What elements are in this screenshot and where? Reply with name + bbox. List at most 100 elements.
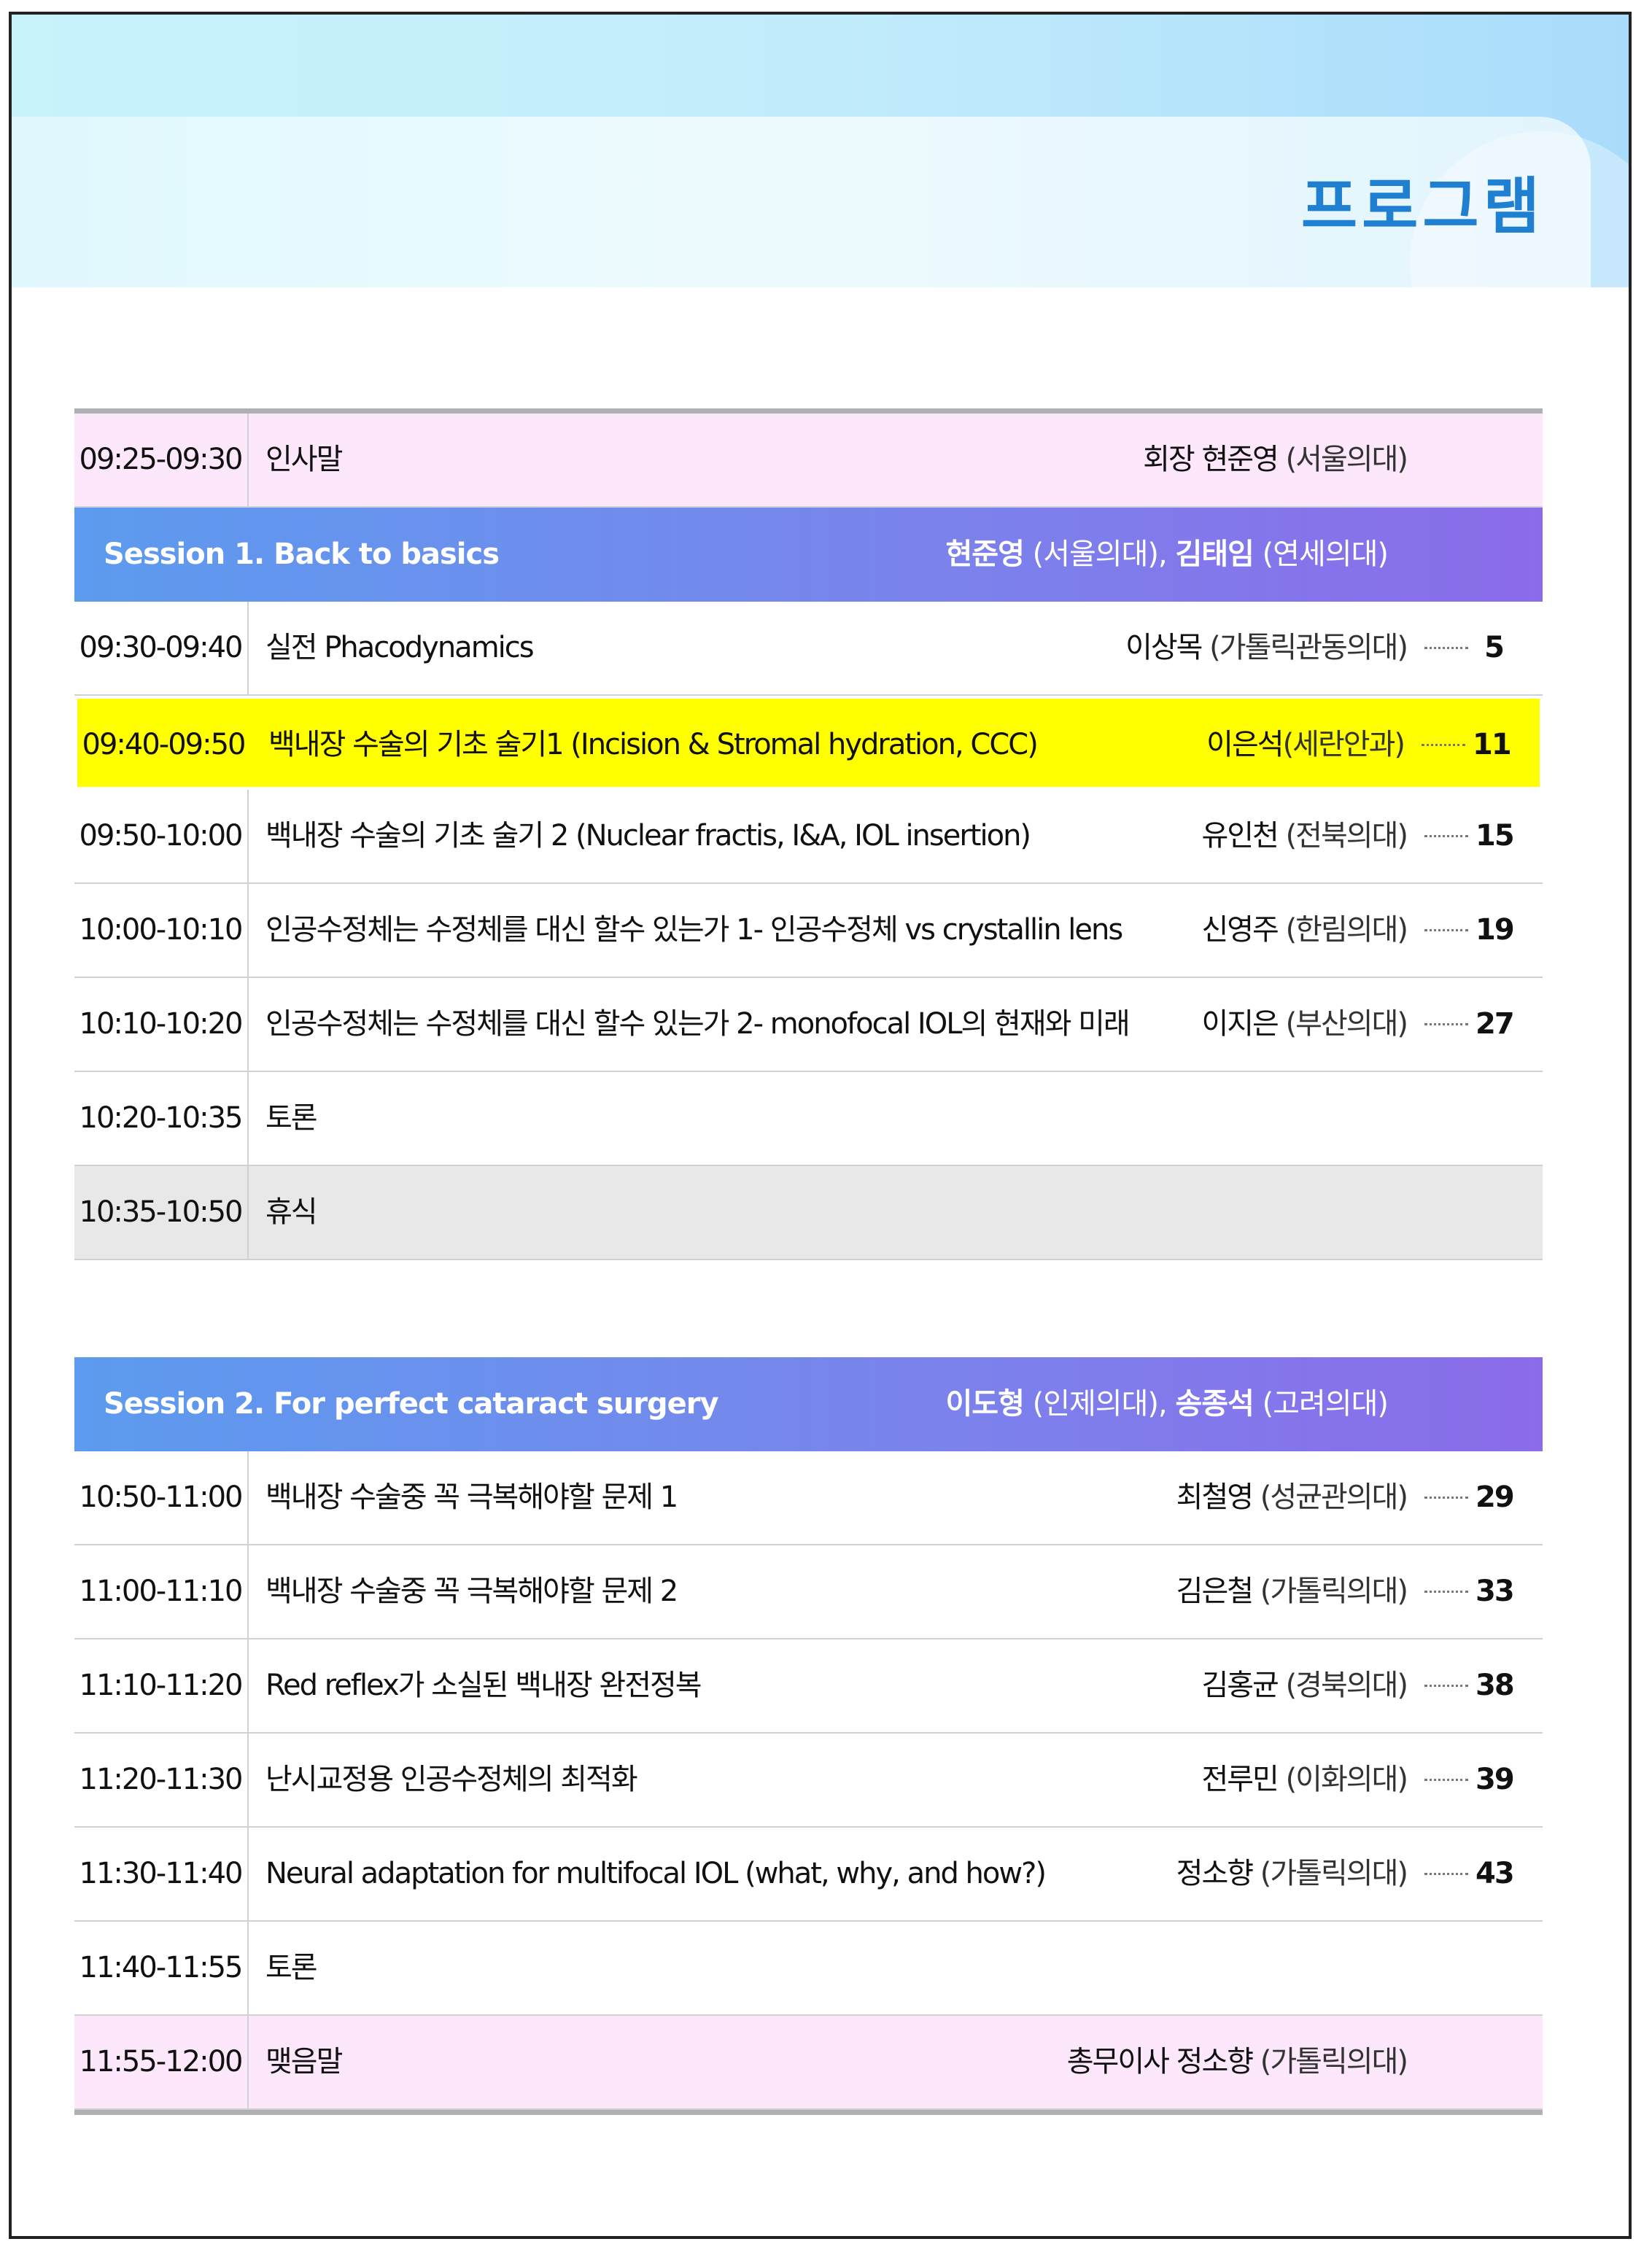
speaker-affiliation: (경북의대) [1277, 1669, 1408, 1702]
speaker: 회장 현준영 (서울의대) [1143, 414, 1408, 506]
speaker: 김홍균 (경북의대) [1201, 1639, 1408, 1732]
column-divider [247, 884, 249, 977]
program-row: 10:00-10:10 인공수정체는 수정체를 대신 할수 있는가 1- 인공수정… [74, 884, 1543, 978]
page-number: 11 [1473, 728, 1512, 761]
program-row: 11:40-11:55 토론 [74, 1922, 1543, 2016]
speaker-affiliation: (가톨릭의대) [1252, 1575, 1408, 1608]
dot-leader [1424, 1873, 1468, 1875]
page-number: 38 [1475, 1669, 1515, 1702]
dot-leader [1424, 1023, 1468, 1025]
column-divider [247, 602, 249, 694]
speaker-role: 회장 [1143, 443, 1202, 476]
lecture-title: 난시교정용 인공수정체의 최적화 [265, 1763, 638, 1796]
speaker-affiliation: (가톨릭의대) [1252, 2045, 1408, 2079]
speaker-affiliation: (한림의대) [1277, 913, 1408, 947]
page-number: 43 [1475, 1857, 1515, 1890]
column-divider [247, 1922, 249, 2014]
session-chairs: 현준영 (서울의대), 김태임 (연세의대) [945, 508, 1389, 602]
time-slot: 09:50-10:00 [79, 819, 244, 853]
column-divider [247, 1072, 249, 1165]
program-table-1: 09:25-09:30 인사말 회장 현준영 (서울의대) Session 1. Ba… [74, 408, 1543, 1260]
program-row: 10:20-10:35 토론 [74, 1072, 1543, 1166]
program-row: 09:25-09:30 인사말 회장 현준영 (서울의대) [74, 414, 1543, 508]
chair-name: 송종석 [1175, 1387, 1254, 1421]
page-number: 39 [1475, 1763, 1515, 1796]
chair-name: 현준영 [945, 537, 1024, 571]
table-bottom-rule [74, 2110, 1543, 2115]
speaker-name: 김은철 [1176, 1575, 1254, 1608]
session-title: Session 1. Back to basics [104, 537, 500, 571]
lecture-title: Neural adaptation for multifocal IOL (wh… [265, 1857, 1047, 1890]
column-divider [247, 1545, 249, 1638]
speaker-name: 정소향 [1176, 1857, 1254, 1890]
program-row: 10:35-10:50 휴식 [74, 1166, 1543, 1260]
header-banner: 프로그램 [12, 15, 1629, 394]
program-row: 11:20-11:30 난시교정용 인공수정체의 최적화 전루민 (이화의대) 39 [74, 1734, 1543, 1828]
lecture-title: 인공수정체는 수정체를 대신 할수 있는가 2- monofocal IOL의 … [265, 1007, 1131, 1041]
program-row: 11:55-12:00 맺음말 총무이사 정소향 (가톨릭의대) [74, 2016, 1543, 2110]
page-title: 프로그램 [1300, 171, 1544, 242]
dot-leader [1424, 647, 1468, 649]
program-row: 09:30-09:40 실전 Phacodynamics 이상목 (가톨릭관동의대)… [74, 602, 1543, 696]
speaker-name: 전루민 [1201, 1763, 1279, 1796]
speaker-name: 유인천 [1201, 819, 1279, 853]
speaker-affiliation: (부산의대) [1277, 1007, 1408, 1041]
lecture-title: Red reflex가 소실된 백내장 완전정복 [265, 1669, 702, 1702]
table-top-rule [74, 408, 1543, 414]
chair-affiliation: (연세의대) [1253, 537, 1389, 571]
column-divider [247, 414, 249, 506]
speaker-name: 김홍균 [1201, 1669, 1279, 1702]
column-divider [247, 978, 249, 1071]
lecture-title: 백내장 수술의 기초 술기 2 (Nuclear fractis, I&A, I… [265, 819, 1031, 853]
dot-leader [1424, 1591, 1468, 1593]
page-number: 33 [1475, 1575, 1515, 1608]
session-header: Session 2. For perfect cataract surgery 이… [74, 1357, 1543, 1451]
column-divider [247, 1639, 249, 1732]
speaker: 이상목 (가톨릭관동의대) [1125, 602, 1408, 694]
speaker: 신영주 (한림의대) [1201, 884, 1408, 977]
speaker: 전루민 (이화의대) [1201, 1734, 1408, 1826]
column-divider [247, 1734, 249, 1826]
time-slot: 11:20-11:30 [79, 1763, 244, 1796]
chair-name: 김태임 [1175, 537, 1254, 571]
speaker: 정소향 (가톨릭의대) [1176, 1828, 1408, 1920]
speaker-name: 이지은 [1201, 1007, 1279, 1041]
page-number: 15 [1475, 819, 1515, 853]
speaker-affiliation: (세란안과) [1282, 728, 1405, 761]
speaker: 이은석(세란안과) [1206, 699, 1405, 791]
speaker-name: 현준영 [1201, 443, 1279, 476]
speaker-name: 이상목 [1125, 631, 1203, 664]
time-slot: 10:20-10:35 [79, 1101, 244, 1135]
speaker-affiliation: (이화의대) [1277, 1763, 1408, 1796]
speaker-affiliation: (가톨릭의대) [1252, 1857, 1408, 1890]
column-divider [247, 1451, 249, 1544]
lecture-title: 백내장 수술중 꼭 극복해야할 문제 2 [265, 1575, 678, 1608]
dot-leader [1424, 1685, 1468, 1687]
chair-name: 이도형 [945, 1387, 1024, 1421]
lecture-title: 백내장 수술중 꼭 극복해야할 문제 1 [265, 1480, 678, 1514]
program-row: 10:50-11:00 백내장 수술중 꼭 극복해야할 문제 1 최철영 (성균관의… [74, 1451, 1543, 1545]
time-slot: 11:55-12:00 [79, 2045, 244, 2079]
column-divider [247, 2016, 249, 2108]
speaker-affiliation: (서울의대) [1277, 443, 1408, 476]
program-row: 09:50-10:00 백내장 수술의 기초 술기 2 (Nuclear frac… [74, 790, 1543, 884]
page-number: 29 [1475, 1480, 1515, 1514]
dot-leader [1424, 1497, 1468, 1499]
time-slot: 11:40-11:55 [79, 1951, 244, 1984]
speaker: 이지은 (부산의대) [1201, 978, 1408, 1071]
session-chairs: 이도형 (인제의대), 송종석 (고려의대) [945, 1357, 1389, 1451]
speaker-name: 신영주 [1201, 913, 1279, 947]
session-title: Session 2. For perfect cataract surgery [104, 1387, 719, 1421]
page-number: 19 [1475, 913, 1515, 947]
time-slot: 09:40-09:50 [82, 728, 247, 761]
lecture-title: 인사말 [265, 443, 343, 476]
chair-affiliation: (서울의대), [1023, 537, 1176, 571]
dot-leader [1424, 929, 1468, 931]
program-row: 09:40-09:50 백내장 수술의 기초 술기1 (Incision & St… [74, 696, 1543, 790]
time-slot: 11:10-11:20 [79, 1669, 244, 1702]
time-slot: 11:30-11:40 [79, 1857, 244, 1890]
page-number: 27 [1475, 1007, 1515, 1041]
lecture-title: 실전 Phacodynamics [265, 631, 535, 664]
program-row: 11:00-11:10 백내장 수술중 꼭 극복해야할 문제 2 김은철 (가톨릭의… [74, 1545, 1543, 1639]
program-row: 11:10-11:20 Red reflex가 소실된 백내장 완전정복 김홍균 (… [74, 1639, 1543, 1734]
